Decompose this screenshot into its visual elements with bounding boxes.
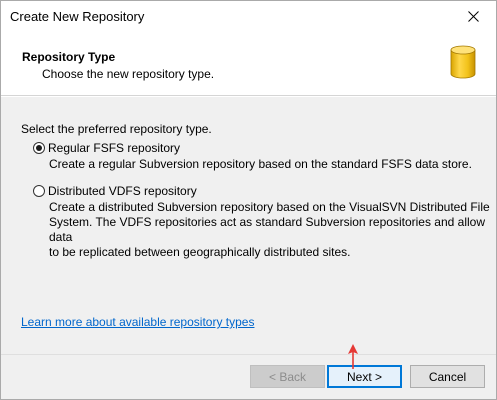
database-icon	[450, 45, 476, 79]
option-label-vdfs: Distributed VDFS repository	[48, 184, 197, 198]
description-line: System. The VDFS repositories act as sta…	[49, 215, 485, 244]
cancel-button[interactable]: Cancel	[410, 365, 485, 388]
window-title: Create New Repository	[10, 9, 145, 24]
option-label-fsfs: Regular FSFS repository	[48, 141, 181, 155]
option-description-fsfs: Create a regular Subversion repository b…	[49, 157, 472, 171]
description-line: Create a distributed Subversion reposito…	[49, 200, 490, 214]
red-arrow-annotation	[348, 344, 358, 369]
wizard-footer: < Back Next > Cancel	[1, 354, 496, 399]
next-button[interactable]: Next >	[327, 365, 402, 388]
learn-more-link[interactable]: Learn more about available repository ty…	[21, 315, 254, 329]
radio-selected-dot	[36, 145, 42, 151]
create-repository-dialog: Create New Repository Repository Type Ch…	[0, 0, 497, 400]
radio-button-fsfs[interactable]	[33, 142, 45, 154]
radio-button-vdfs[interactable]	[33, 185, 45, 197]
wizard-header: Repository Type Choose the new repositor…	[1, 31, 496, 96]
radio-option-vdfs[interactable]: Distributed VDFS repository	[33, 184, 197, 198]
close-button[interactable]	[450, 1, 496, 31]
wizard-content: Select the preferred repository type. Re…	[1, 97, 496, 354]
title-bar: Create New Repository	[1, 1, 496, 31]
radio-option-fsfs[interactable]: Regular FSFS repository	[33, 141, 180, 155]
back-button[interactable]: < Back	[250, 365, 325, 388]
close-icon	[467, 10, 479, 22]
description-line: to be replicated between geographically …	[49, 245, 351, 259]
page-subtitle: Choose the new repository type.	[42, 67, 215, 81]
page-title: Repository Type	[22, 50, 116, 64]
option-description-vdfs: Create a distributed Subversion reposito…	[49, 200, 496, 260]
selection-prompt: Select the preferred repository type.	[21, 122, 212, 136]
